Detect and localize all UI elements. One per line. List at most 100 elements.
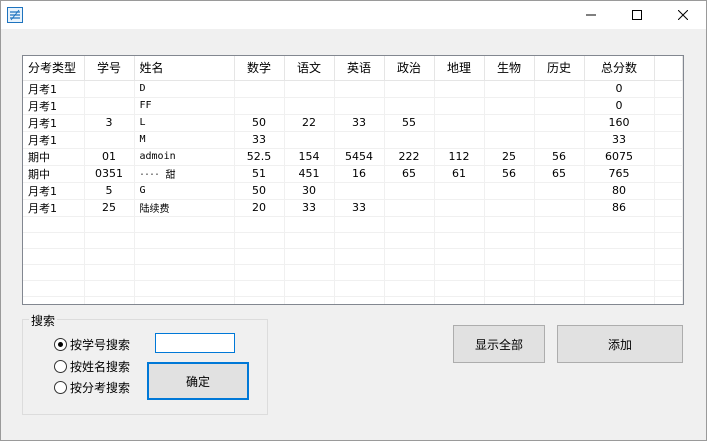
col-header-biology[interactable]: 生物 — [484, 56, 535, 81]
cell-biology[interactable] — [484, 97, 535, 115]
cell-biology[interactable] — [484, 114, 535, 132]
col-header-exam-type[interactable]: 分考类型 — [23, 56, 85, 81]
cell-math[interactable]: 33 — [234, 131, 285, 149]
col-header-geography[interactable]: 地理 — [434, 56, 485, 81]
cell-geography[interactable] — [434, 182, 485, 200]
cell-geography[interactable]: 61 — [434, 165, 485, 183]
cell-geography[interactable] — [434, 97, 485, 115]
cell-chinese[interactable] — [284, 97, 335, 115]
cell-total[interactable]: 33 — [584, 131, 655, 149]
cell-math[interactable] — [234, 97, 285, 115]
cell-student-id[interactable]: 01 — [84, 148, 135, 166]
cell-history[interactable] — [534, 131, 585, 149]
cell-math[interactable]: 20 — [234, 199, 285, 217]
search-input[interactable] — [155, 333, 235, 353]
cell-politics[interactable] — [384, 199, 435, 217]
cell-math[interactable]: 51 — [234, 165, 285, 183]
cell-student-id[interactable]: 5 — [84, 182, 135, 200]
cell-name[interactable]: admoin — [134, 148, 235, 166]
cell-exam-type[interactable]: 月考1 — [23, 97, 85, 115]
cell-politics[interactable] — [384, 131, 435, 149]
minimize-button[interactable] — [568, 1, 614, 29]
empty-row[interactable] — [23, 216, 683, 233]
cell-english[interactable] — [334, 131, 385, 149]
cell-chinese[interactable]: 33 — [284, 199, 335, 217]
radio-dot[interactable] — [54, 359, 67, 373]
cell-total[interactable]: 0 — [584, 80, 655, 98]
cell-chinese[interactable]: 30 — [284, 182, 335, 200]
cell-politics[interactable] — [384, 80, 435, 98]
cell-history[interactable]: 56 — [534, 148, 585, 166]
cell-english[interactable] — [334, 80, 385, 98]
empty-row[interactable] — [23, 264, 683, 281]
cell-politics[interactable] — [384, 182, 435, 200]
maximize-button[interactable] — [614, 1, 660, 29]
empty-row[interactable] — [23, 248, 683, 265]
show-all-button[interactable]: 显示全部 — [453, 325, 545, 363]
radio-dot[interactable] — [54, 380, 67, 394]
cell-politics[interactable] — [384, 97, 435, 115]
cell-geography[interactable] — [434, 80, 485, 98]
cell-student-id[interactable] — [84, 131, 135, 149]
cell-name[interactable]: D — [134, 80, 235, 98]
cell-exam-type[interactable]: 月考1 — [23, 131, 85, 149]
cell-history[interactable] — [534, 114, 585, 132]
cell-exam-type[interactable]: 月考1 — [23, 199, 85, 217]
table-row[interactable]: 月考1 M 33 33 — [23, 131, 683, 149]
col-header-total[interactable]: 总分数 — [584, 56, 655, 81]
col-header-chinese[interactable]: 语文 — [284, 56, 335, 81]
col-header-history[interactable]: 历史 — [534, 56, 585, 81]
cell-exam-type[interactable]: 期中 — [23, 148, 85, 166]
cell-chinese[interactable] — [284, 131, 335, 149]
cell-name[interactable]: ‥‥ 甜 — [134, 165, 235, 183]
table-row[interactable]: 月考1 3 L 50 22 33 55 160 — [23, 114, 683, 132]
table-row[interactable]: 期中 01 admoin 52.5 154 5454 222 112 25 56 6075 — [23, 148, 683, 166]
cell-student-id[interactable]: 25 — [84, 199, 135, 217]
table-row[interactable]: 期中 0351 ‥‥ 甜 51 451 16 65 61 56 65 765 — [23, 165, 683, 183]
cell-biology[interactable] — [484, 182, 535, 200]
cell-exam-type[interactable]: 期中 — [23, 165, 85, 183]
cell-history[interactable] — [534, 97, 585, 115]
cell-history[interactable] — [534, 182, 585, 200]
cell-math[interactable]: 50 — [234, 114, 285, 132]
cell-student-id[interactable] — [84, 80, 135, 98]
cell-biology[interactable] — [484, 80, 535, 98]
cell-chinese[interactable]: 22 — [284, 114, 335, 132]
cell-history[interactable] — [534, 80, 585, 98]
cell-math[interactable] — [234, 80, 285, 98]
cell-biology[interactable] — [484, 199, 535, 217]
cell-politics[interactable]: 222 — [384, 148, 435, 166]
cell-geography[interactable] — [434, 131, 485, 149]
cell-total[interactable]: 160 — [584, 114, 655, 132]
table-row[interactable]: 月考1 25 陆续费 20 33 33 86 — [23, 199, 683, 217]
cell-math[interactable]: 50 — [234, 182, 285, 200]
cell-biology[interactable] — [484, 131, 535, 149]
cell-history[interactable] — [534, 199, 585, 217]
cell-total[interactable]: 6075 — [584, 148, 655, 166]
radio-search-by-name[interactable]: 按姓名搜索 — [54, 358, 130, 374]
cell-english[interactable]: 5454 — [334, 148, 385, 166]
cell-name[interactable]: M — [134, 131, 235, 149]
col-header-english[interactable]: 英语 — [334, 56, 385, 81]
radio-search-by-id[interactable]: 按学号搜索 — [54, 336, 130, 352]
table-row[interactable]: 月考1 5 G 50 30 80 — [23, 182, 683, 200]
confirm-button[interactable]: 确定 — [147, 362, 249, 400]
cell-total[interactable]: 86 — [584, 199, 655, 217]
cell-total[interactable]: 765 — [584, 165, 655, 183]
cell-exam-type[interactable]: 月考1 — [23, 114, 85, 132]
cell-chinese[interactable] — [284, 80, 335, 98]
cell-geography[interactable] — [434, 199, 485, 217]
cell-geography[interactable]: 112 — [434, 148, 485, 166]
cell-biology[interactable]: 25 — [484, 148, 535, 166]
cell-exam-type[interactable]: 月考1 — [23, 80, 85, 98]
cell-chinese[interactable]: 451 — [284, 165, 335, 183]
empty-row[interactable] — [23, 280, 683, 297]
radio-search-by-exam[interactable]: 按分考搜索 — [54, 379, 130, 395]
cell-total[interactable]: 0 — [584, 97, 655, 115]
cell-chinese[interactable]: 154 — [284, 148, 335, 166]
col-header-math[interactable]: 数学 — [234, 56, 285, 81]
cell-student-id[interactable] — [84, 97, 135, 115]
cell-name[interactable]: 陆续费 — [134, 199, 235, 217]
add-button[interactable]: 添加 — [557, 325, 683, 363]
cell-name[interactable]: L — [134, 114, 235, 132]
